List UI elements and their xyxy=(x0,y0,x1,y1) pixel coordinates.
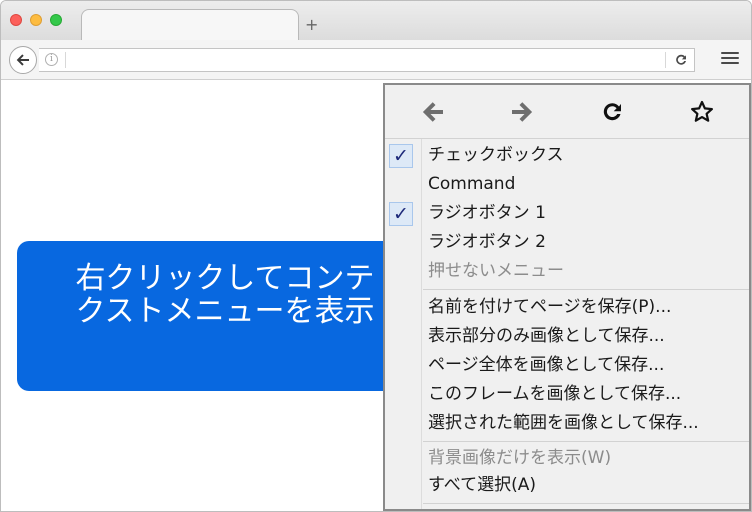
minimize-window-button[interactable] xyxy=(30,14,42,26)
menu-item-label: チェックボックス xyxy=(428,145,564,165)
radio-selected-icon: ✓ xyxy=(389,202,413,226)
menu-separator xyxy=(423,503,749,504)
menu-item-label: 押せないメニュー xyxy=(428,261,564,281)
context-menu: ✓ チェックボックス Command ✓ ラジオボタン 1 ラジオボタン 2 押… xyxy=(383,83,751,511)
back-arrow-icon xyxy=(16,54,29,66)
back-arrow-icon[interactable] xyxy=(420,99,446,125)
context-menu-nav-row xyxy=(385,85,749,138)
menu-item-label: ラジオボタン 1 xyxy=(428,203,546,223)
menu-item-disabled: 押せないメニュー xyxy=(385,257,749,286)
hamburger-menu-icon[interactable] xyxy=(721,52,739,68)
browser-tab[interactable] xyxy=(81,9,299,41)
menu-item-label: ページ全体を画像として保存... xyxy=(428,355,665,375)
menu-item-save-full-page-image[interactable]: ページ全体を画像として保存... xyxy=(385,351,749,380)
menu-separator xyxy=(423,289,749,290)
zoom-window-button[interactable] xyxy=(50,14,62,26)
trigger-button-label: 右クリックしてコンテクストメニューを表示 xyxy=(75,261,375,329)
reload-icon[interactable] xyxy=(599,99,625,125)
context-menu-trigger-button[interactable]: 右クリックしてコンテクストメニューを表示 xyxy=(17,241,417,391)
menu-separator xyxy=(423,441,749,442)
menu-item-save-frame-image[interactable]: このフレームを画像として保存... xyxy=(385,380,749,409)
url-divider xyxy=(65,52,66,68)
new-tab-button[interactable]: + xyxy=(305,15,318,34)
reload-icon[interactable] xyxy=(673,52,689,68)
url-divider-right xyxy=(665,52,666,68)
menu-item-label: 選択された範囲を画像として保存... xyxy=(428,413,699,433)
menu-item-save-visible-image[interactable]: 表示部分のみ画像として保存... xyxy=(385,322,749,351)
url-bar[interactable]: i xyxy=(39,48,695,72)
menu-item-show-background-image: 背景画像だけを表示(W) xyxy=(385,444,749,473)
menu-item-label: Command xyxy=(428,174,516,194)
menu-item-label: 背景画像だけを表示(W) xyxy=(428,448,612,468)
site-info-icon[interactable]: i xyxy=(45,53,58,66)
menu-item-label: このフレームを画像として保存... xyxy=(428,384,682,404)
menu-item-label: ラジオボタン 2 xyxy=(428,232,546,252)
menu-item-label: すべて選択(A) xyxy=(428,475,537,495)
bookmark-star-icon[interactable] xyxy=(689,99,715,125)
close-window-button[interactable] xyxy=(10,14,22,26)
menu-item-label: 名前を付けてページを保存(P)... xyxy=(428,297,672,317)
title-bar: + xyxy=(1,1,751,41)
menu-item-select-all[interactable]: すべて選択(A) xyxy=(385,471,749,500)
forward-arrow-icon[interactable] xyxy=(509,99,535,125)
menu-item-save-page[interactable]: 名前を付けてページを保存(P)... xyxy=(385,293,749,322)
menu-separator xyxy=(385,138,749,139)
navigation-bar: i xyxy=(1,40,751,80)
browser-window: + i 右クリックしてコンテクストメニューを表示 ✓ チェックボックス Comm… xyxy=(0,0,752,512)
menu-item-radio-2[interactable]: ラジオボタン 2 xyxy=(385,228,749,257)
menu-item-radio-1[interactable]: ✓ ラジオボタン 1 xyxy=(385,199,749,228)
menu-item-save-selection-image[interactable]: 選択された範囲を画像として保存... xyxy=(385,409,749,438)
back-button[interactable] xyxy=(9,46,37,74)
menu-item-label: 表示部分のみ画像として保存... xyxy=(428,326,665,346)
checkmark-icon: ✓ xyxy=(389,144,413,168)
menu-item-command[interactable]: Command xyxy=(385,170,749,199)
menu-item-checkbox[interactable]: ✓ チェックボックス xyxy=(385,141,749,170)
